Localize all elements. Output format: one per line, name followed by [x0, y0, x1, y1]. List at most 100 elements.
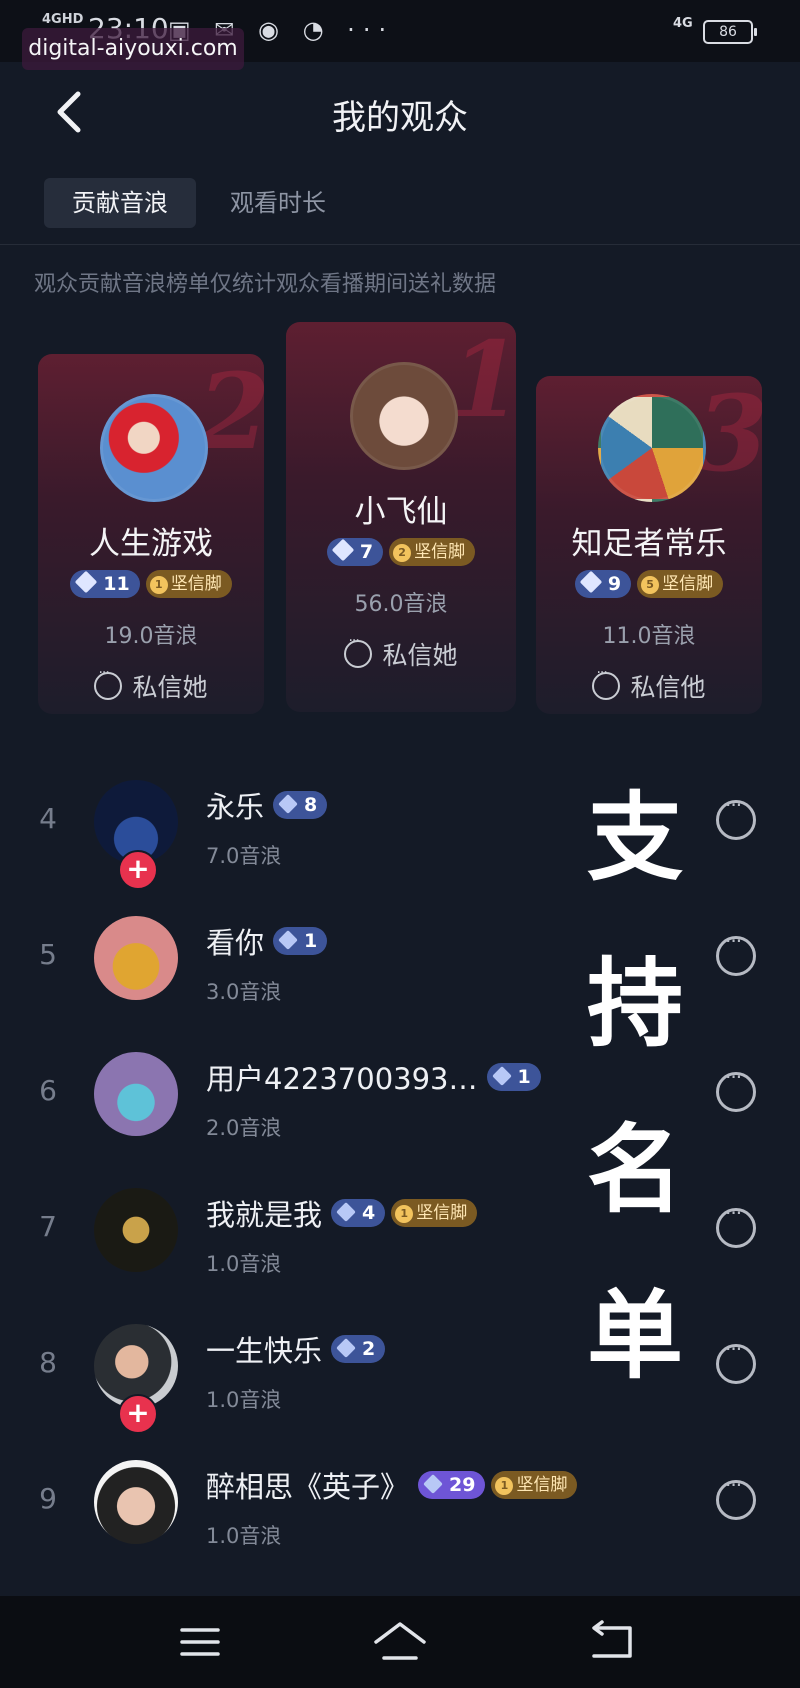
badge-group: 7 2 坚信脚: [286, 538, 516, 566]
overlay-char: 持: [587, 948, 683, 1060]
level-badge: 29: [418, 1471, 486, 1499]
mobile-data-indicator: 4G: [673, 16, 693, 31]
chat-icon[interactable]: [716, 793, 756, 840]
network-indicator: 4GHD: [42, 12, 84, 27]
diamond-icon: [336, 1202, 356, 1222]
level-badge: 1: [273, 927, 328, 955]
rank-number: 8: [39, 1346, 57, 1379]
follow-plus-icon[interactable]: +: [118, 1394, 158, 1434]
level-badge: 7: [326, 538, 384, 566]
badge-group: 11 1 坚信脚: [38, 570, 264, 598]
chat-icon: [592, 665, 621, 700]
chat-icon[interactable]: [716, 1201, 756, 1248]
diamond-icon: [423, 1474, 443, 1494]
name-line: 我就是我 4 1 坚信脚: [206, 1192, 480, 1234]
overlay-caption: 支 持 名 单: [580, 755, 690, 1419]
viewer-name: 我就是我: [206, 1198, 323, 1232]
rank-number: 1: [449, 322, 516, 441]
menu-icon[interactable]: [170, 1618, 230, 1666]
rank-number: 7: [39, 1210, 57, 1243]
diamond-icon: [74, 570, 98, 594]
avatar[interactable]: [94, 1460, 178, 1544]
message-button[interactable]: 私信他: [536, 665, 762, 704]
chat-icon: [344, 633, 373, 668]
viewer-name: 人生游戏: [89, 526, 213, 562]
avatar[interactable]: [598, 394, 706, 502]
level-badge: 11: [70, 570, 140, 598]
heart-icon: 5: [641, 576, 660, 594]
badge-group: 9 5 坚信脚: [536, 570, 762, 598]
overlay-char: 名: [587, 1114, 683, 1226]
home-icon[interactable]: [370, 1618, 430, 1666]
amount: 1.0音浪: [206, 1524, 282, 1548]
divider: [0, 244, 800, 245]
avatar[interactable]: [94, 1052, 178, 1136]
viewer-name: 用户4223700393…: [206, 1062, 478, 1096]
fan-badge: 1 坚信脚: [145, 570, 232, 598]
rank-number: 2: [197, 354, 264, 473]
amount: 1.0音浪: [206, 1388, 282, 1412]
battery-icon: 86: [703, 20, 757, 44]
diamond-icon: [491, 1066, 512, 1086]
message-button[interactable]: 私信她: [286, 633, 516, 672]
back-nav-icon[interactable]: [582, 1618, 642, 1666]
tab-contribution[interactable]: 贡献音浪: [44, 178, 196, 228]
amount: 2.0音浪: [206, 1116, 282, 1140]
diamond-icon: [579, 570, 603, 594]
level-badge: 8: [273, 791, 328, 819]
tab-watch-time[interactable]: 观看时长: [230, 178, 370, 228]
list-item[interactable]: 9 醉相思《英子》 29 1 坚信脚 1.0音浪: [0, 1442, 800, 1572]
chat-icon[interactable]: [716, 1065, 756, 1112]
viewer-name: 看你: [206, 926, 265, 960]
chat-icon[interactable]: [716, 1337, 756, 1384]
diamond-icon: [278, 794, 298, 814]
amount: 3.0音浪: [206, 980, 282, 1004]
avatar[interactable]: [94, 916, 178, 1000]
rank-number: 4: [39, 802, 57, 835]
heart-icon: 2: [393, 544, 412, 562]
avatar[interactable]: [350, 362, 458, 470]
level-badge: 9: [574, 570, 632, 598]
chat-icon[interactable]: [716, 929, 756, 976]
viewer-name: 一生快乐: [206, 1334, 323, 1368]
viewer-name: 永乐: [206, 790, 265, 824]
amount: 1.0音浪: [206, 1252, 282, 1276]
podium-card-rank-2[interactable]: 2 人生游戏 111坚信脚 19.0音浪 私信她: [38, 354, 264, 714]
rank-number: 5: [39, 938, 57, 971]
rank-number: 6: [39, 1074, 57, 1107]
ranking-note: 观众贡献音浪榜单仅统计观众看播期间送礼数据: [34, 272, 497, 297]
diamond-icon: [336, 1338, 356, 1358]
diamond-icon: [278, 930, 298, 950]
chat-icon: [94, 665, 123, 700]
rank-number: 3: [695, 376, 762, 495]
viewer-name: 知足者常乐: [571, 526, 727, 562]
name-line: 一生快乐 2: [206, 1328, 388, 1370]
fan-badge: 1 坚信脚: [491, 1471, 578, 1499]
name-line: 醉相思《英子》 29 1 坚信脚: [206, 1464, 580, 1506]
amount: 19.0音浪: [104, 624, 198, 649]
fan-badge: 1 坚信脚: [391, 1199, 478, 1227]
avatar[interactable]: [94, 1188, 178, 1272]
amount: 56.0音浪: [354, 592, 448, 617]
viewer-name: 小飞仙: [354, 494, 448, 530]
podium-card-rank-3[interactable]: 3 知足者常乐 95坚信脚 11.0音浪 私信他: [536, 376, 762, 714]
heart-icon: 1: [395, 1205, 414, 1223]
chat-icon[interactable]: [716, 1473, 756, 1520]
fan-badge: 5 坚信脚: [637, 570, 724, 598]
system-nav-bar: [0, 1596, 800, 1688]
watermark: digital-aiyouxi.com: [22, 28, 244, 70]
amount: 11.0音浪: [602, 624, 696, 649]
name-line: 永乐 8: [206, 784, 330, 826]
follow-plus-icon[interactable]: +: [118, 850, 158, 890]
overlay-char: 支: [587, 782, 683, 894]
overlay-char: 单: [587, 1280, 683, 1392]
avatar[interactable]: [100, 394, 208, 502]
message-button[interactable]: 私信她: [38, 665, 264, 704]
level-badge: 4: [331, 1199, 386, 1227]
page-title: 我的观众: [332, 98, 468, 138]
fan-badge: 2 坚信脚: [389, 538, 476, 566]
heart-icon: 1: [149, 576, 168, 594]
name-line: 用户4223700393… 1: [206, 1056, 544, 1098]
amount: 7.0音浪: [206, 844, 282, 868]
podium-card-rank-1[interactable]: 1 小飞仙 72坚信脚 56.0音浪 私信她: [286, 322, 516, 712]
